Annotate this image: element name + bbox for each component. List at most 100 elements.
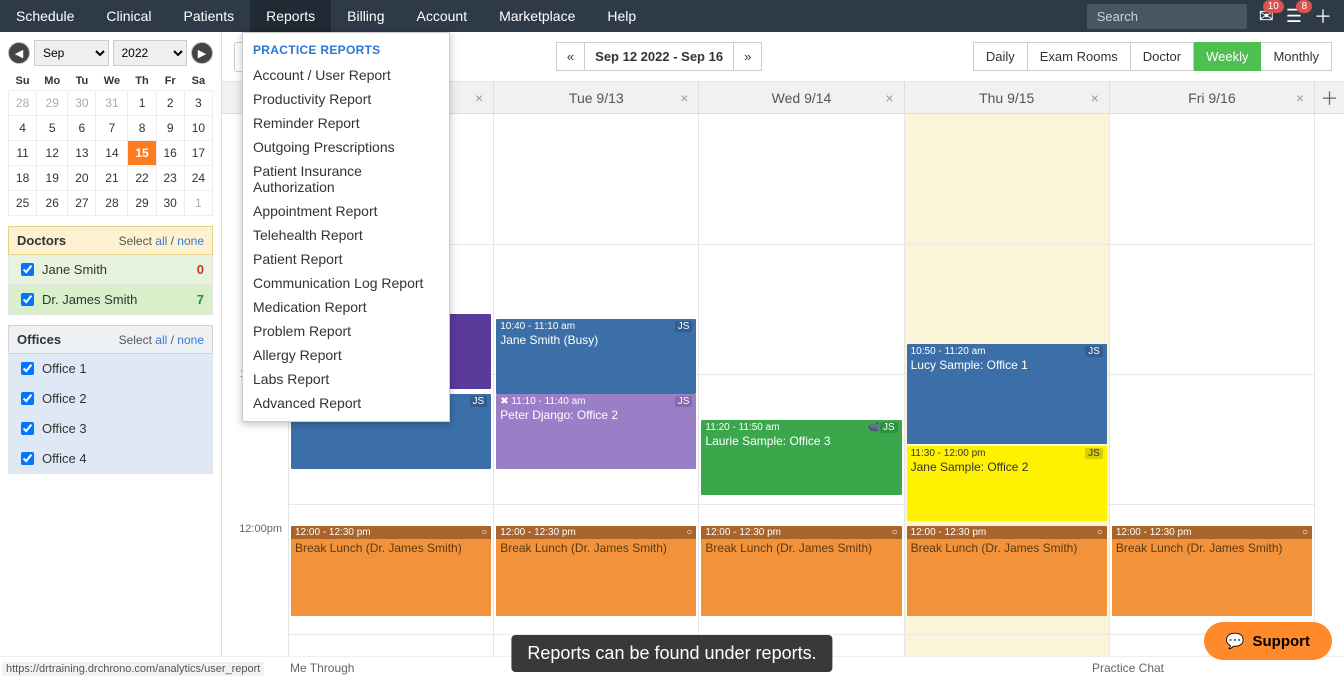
- minical-day[interactable]: 21: [96, 166, 128, 191]
- nav-clinical[interactable]: Clinical: [90, 0, 167, 32]
- minical-day[interactable]: 1: [184, 191, 212, 216]
- nav-account[interactable]: Account: [401, 0, 484, 32]
- day-col-thu[interactable]: 10:50 - 11:20 amJSLucy Sample: Office 11…: [904, 114, 1109, 678]
- search-input[interactable]: [1087, 4, 1247, 29]
- doctors-select-none[interactable]: none: [177, 234, 204, 248]
- nav-reports[interactable]: Reports: [250, 0, 331, 32]
- next-month-button[interactable]: ▶: [191, 42, 213, 64]
- appointment[interactable]: 10:50 - 11:20 amJSLucy Sample: Office 1: [907, 344, 1107, 444]
- minical-day[interactable]: 3: [184, 91, 212, 116]
- doctor-checkbox[interactable]: [21, 263, 34, 276]
- minical-day[interactable]: 4: [9, 116, 37, 141]
- minical-day[interactable]: 24: [184, 166, 212, 191]
- minical-day[interactable]: 13: [68, 141, 96, 166]
- minical-day[interactable]: 1: [128, 91, 156, 116]
- view-weekly[interactable]: Weekly: [1194, 42, 1261, 71]
- appointment[interactable]: 11:20 - 11:50 am📹JSLaurie Sample: Office…: [701, 420, 901, 495]
- mail-icon[interactable]: ✉10: [1259, 6, 1274, 27]
- minical-day[interactable]: 18: [9, 166, 37, 191]
- appointment[interactable]: 10:40 - 11:10 amJSJane Smith (Busy): [496, 319, 696, 394]
- doctor-checkbox[interactable]: [21, 293, 34, 306]
- minical-day[interactable]: 28: [9, 91, 37, 116]
- appointment-break[interactable]: 12:00 - 12:30 pm○Break Lunch (Dr. James …: [1112, 526, 1312, 616]
- view-exam-rooms[interactable]: Exam Rooms: [1028, 42, 1131, 71]
- minical-day[interactable]: 15: [128, 141, 156, 166]
- nav-marketplace[interactable]: Marketplace: [483, 0, 591, 32]
- day-col-fri[interactable]: 12:00 - 12:30 pm○Break Lunch (Dr. James …: [1109, 114, 1314, 678]
- add-day-button[interactable]: ＋: [1314, 82, 1344, 113]
- minical-day[interactable]: 16: [156, 141, 184, 166]
- next-range-button[interactable]: »: [733, 42, 762, 71]
- appointment-break[interactable]: 12:00 - 12:30 pm○Break Lunch (Dr. James …: [496, 526, 696, 616]
- minical-day[interactable]: 5: [37, 116, 68, 141]
- appointment-break[interactable]: 12:00 - 12:30 pm○Break Lunch (Dr. James …: [701, 526, 901, 616]
- office-checkbox[interactable]: [21, 422, 34, 435]
- minical-day[interactable]: 23: [156, 166, 184, 191]
- doctor-row[interactable]: Dr. James Smith7: [8, 285, 213, 315]
- doctors-select-all[interactable]: all: [155, 234, 167, 248]
- view-daily[interactable]: Daily: [973, 42, 1028, 71]
- minical-day[interactable]: 20: [68, 166, 96, 191]
- close-day-button[interactable]: ×: [1091, 90, 1099, 106]
- minical-day[interactable]: 2: [156, 91, 184, 116]
- offices-select-all[interactable]: all: [155, 333, 167, 347]
- dropdown-item[interactable]: Outgoing Prescriptions: [243, 135, 449, 159]
- minical-day[interactable]: 27: [68, 191, 96, 216]
- minical-day[interactable]: 8: [128, 116, 156, 141]
- minical-day[interactable]: 30: [68, 91, 96, 116]
- support-button[interactable]: 💬 Support: [1204, 622, 1332, 660]
- practice-chat-label[interactable]: Practice Chat: [1092, 661, 1164, 675]
- appointment-break[interactable]: 12:00 - 12:30 pm○Break Lunch (Dr. James …: [291, 526, 491, 616]
- appointment[interactable]: 11:30 - 12:00 pmJSJane Sample: Office 2: [907, 446, 1107, 521]
- dropdown-item[interactable]: Medication Report: [243, 295, 449, 319]
- minical-day[interactable]: 31: [96, 91, 128, 116]
- minical-day[interactable]: 30: [156, 191, 184, 216]
- minical-day[interactable]: 22: [128, 166, 156, 191]
- dropdown-item[interactable]: Communication Log Report: [243, 271, 449, 295]
- minical-day[interactable]: 29: [37, 91, 68, 116]
- offices-select-none[interactable]: none: [177, 333, 204, 347]
- office-checkbox[interactable]: [21, 452, 34, 465]
- nav-patients[interactable]: Patients: [168, 0, 251, 32]
- dropdown-item[interactable]: Labs Report: [243, 367, 449, 391]
- dropdown-item[interactable]: Reminder Report: [243, 111, 449, 135]
- dropdown-item[interactable]: Account / User Report: [243, 63, 449, 87]
- minical-day[interactable]: 19: [37, 166, 68, 191]
- close-day-button[interactable]: ×: [680, 90, 688, 106]
- minical-day[interactable]: 7: [96, 116, 128, 141]
- dropdown-item[interactable]: Telehealth Report: [243, 223, 449, 247]
- nav-schedule[interactable]: Schedule: [0, 0, 90, 32]
- minical-day[interactable]: 12: [37, 141, 68, 166]
- dropdown-item[interactable]: Patient Insurance Authorization: [243, 159, 449, 199]
- minical-day[interactable]: 9: [156, 116, 184, 141]
- prev-month-button[interactable]: ◀: [8, 42, 30, 64]
- minical-day[interactable]: 17: [184, 141, 212, 166]
- office-row[interactable]: Office 1: [8, 354, 213, 384]
- dropdown-item[interactable]: Productivity Report: [243, 87, 449, 111]
- view-doctor[interactable]: Doctor: [1131, 42, 1194, 71]
- year-select[interactable]: 2022: [113, 40, 188, 66]
- minical-day[interactable]: 26: [37, 191, 68, 216]
- office-row[interactable]: Office 4: [8, 444, 213, 474]
- dropdown-item[interactable]: Allergy Report: [243, 343, 449, 367]
- month-select[interactable]: Sep: [34, 40, 109, 66]
- dropdown-item[interactable]: Appointment Report: [243, 199, 449, 223]
- minical-day[interactable]: 11: [9, 141, 37, 166]
- dropdown-item[interactable]: Problem Report: [243, 319, 449, 343]
- doctor-row[interactable]: Jane Smith0: [8, 255, 213, 285]
- office-checkbox[interactable]: [21, 392, 34, 405]
- minical-day[interactable]: 14: [96, 141, 128, 166]
- appointment[interactable]: ✖ 11:10 - 11:40 amJSPeter Django: Office…: [496, 394, 696, 469]
- dropdown-item[interactable]: Patient Report: [243, 247, 449, 271]
- list-icon[interactable]: ☰8: [1286, 6, 1302, 27]
- nav-billing[interactable]: Billing: [331, 0, 400, 32]
- view-monthly[interactable]: Monthly: [1261, 42, 1332, 71]
- office-checkbox[interactable]: [21, 362, 34, 375]
- minical-day[interactable]: 28: [96, 191, 128, 216]
- minical-day[interactable]: 10: [184, 116, 212, 141]
- minical-day[interactable]: 29: [128, 191, 156, 216]
- close-day-button[interactable]: ×: [1296, 90, 1304, 106]
- dropdown-item[interactable]: Advanced Report: [243, 391, 449, 415]
- nav-help[interactable]: Help: [591, 0, 652, 32]
- add-icon[interactable]: ＋: [1314, 3, 1332, 29]
